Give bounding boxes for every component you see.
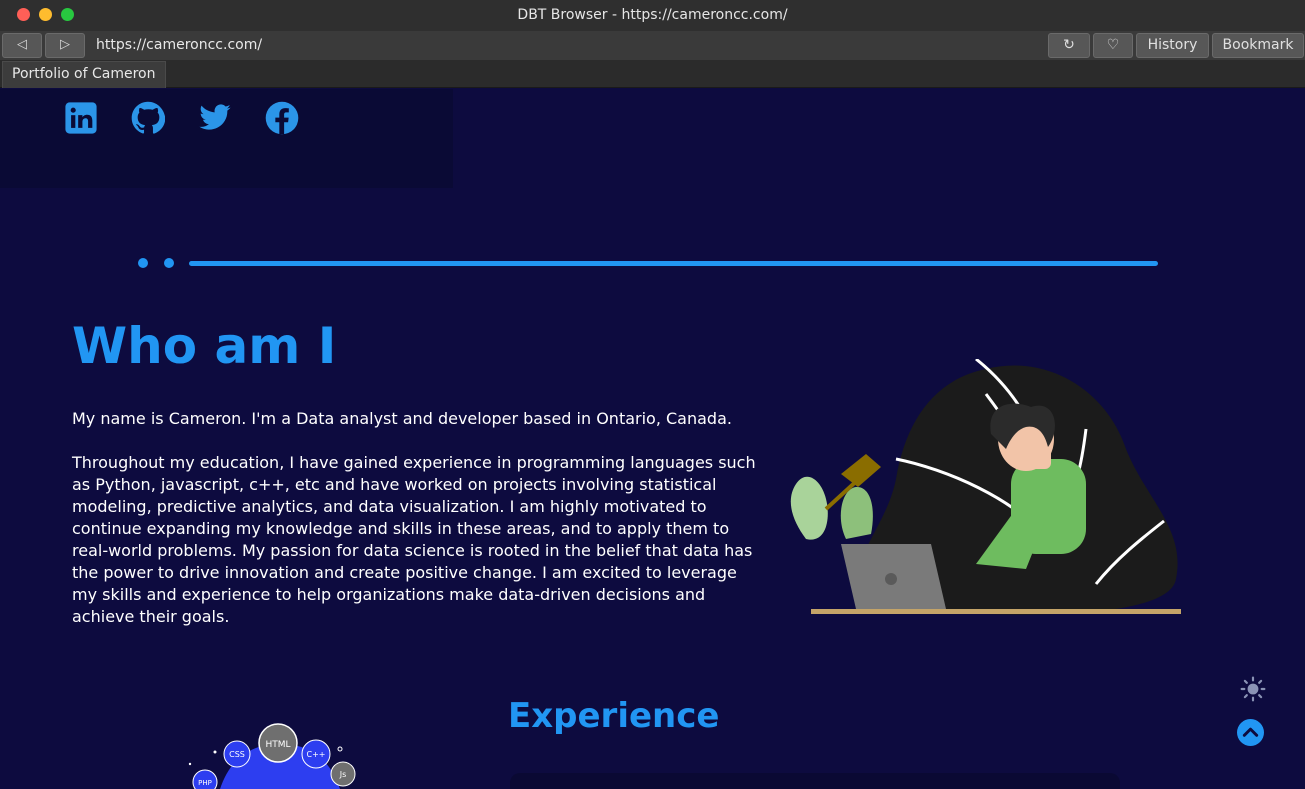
developer-illustration: [790, 359, 1181, 615]
forward-button[interactable]: ▷: [45, 33, 85, 58]
divider-dot: [138, 258, 148, 268]
reload-button[interactable]: ↻: [1048, 33, 1090, 58]
window-title: DBT Browser - https://cameroncc.com/: [517, 7, 788, 23]
address-bar[interactable]: https://cameroncc.com/: [88, 33, 1045, 58]
browser-toolbar: ◁ ▷ https://cameroncc.com/ ↻ ♡ History B…: [0, 31, 1305, 60]
section-title-experience: Experience: [508, 696, 720, 736]
tab-portfolio[interactable]: Portfolio of Cameron: [2, 61, 166, 88]
twitter-icon[interactable]: [198, 101, 232, 135]
page-content: Who am I My name is Cameron. I'm a Data …: [0, 89, 1305, 789]
history-button[interactable]: History: [1136, 33, 1209, 58]
bookmark-button[interactable]: Bookmark: [1212, 33, 1304, 58]
linkedin-icon[interactable]: [64, 101, 98, 135]
facebook-icon[interactable]: [265, 101, 299, 135]
skill-php: PHP: [198, 779, 212, 787]
skill-html: HTML: [265, 740, 290, 750]
back-button[interactable]: ◁: [2, 33, 42, 58]
tab-bar: Portfolio of Cameron: [0, 60, 1305, 88]
scroll-to-top-icon[interactable]: [1237, 719, 1264, 746]
favorite-button[interactable]: ♡: [1093, 33, 1133, 58]
divider-line: [189, 261, 1158, 266]
about-intro: My name is Cameron. I'm a Data analyst a…: [72, 409, 732, 428]
section-title-about: Who am I: [72, 317, 337, 375]
skill-css: CSS: [229, 750, 245, 759]
divider-dot: [164, 258, 174, 268]
skills-illustration: CSS HTML C++ Js PHP: [188, 723, 356, 789]
social-links: [0, 89, 453, 188]
about-bio: Throughout my education, I have gained e…: [72, 453, 756, 626]
experience-card: [510, 773, 1120, 789]
window-titlebar: DBT Browser - https://cameroncc.com/: [0, 0, 1305, 31]
sun-icon[interactable]: [1240, 676, 1266, 702]
skill-cpp: C++: [307, 750, 326, 759]
github-icon[interactable]: [131, 101, 165, 135]
skill-js: Js: [339, 770, 347, 779]
